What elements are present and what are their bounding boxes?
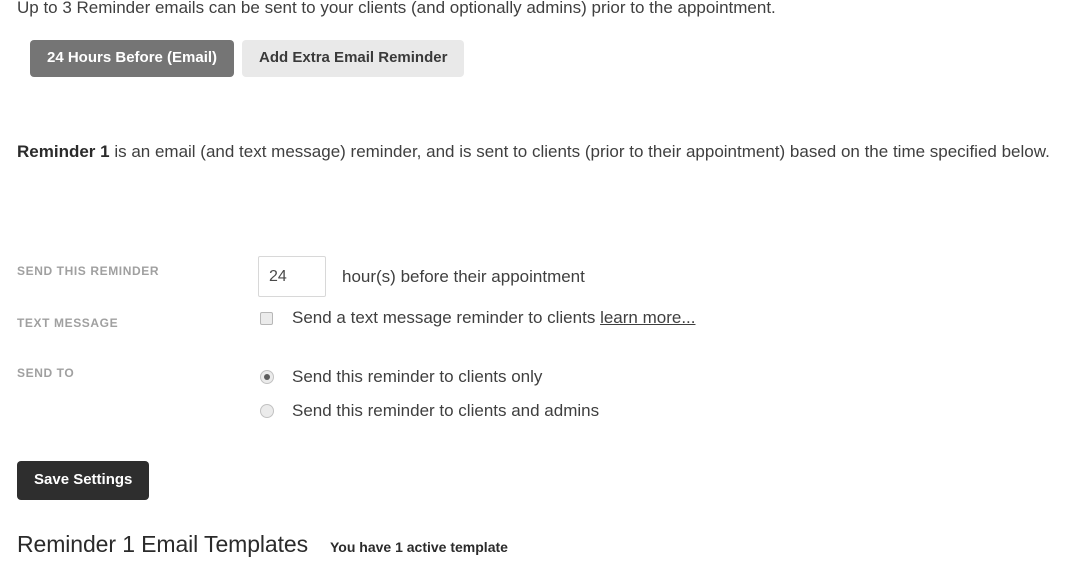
reminder-description-bold: Reminder 1 [17,142,110,161]
reminder-tabs: 24 Hours Before (Email) Add Extra Email … [30,40,465,77]
form-row-send-to: SEND TO Send this reminder to clients on… [17,360,1067,428]
radio-option-clients-only[interactable]: Send this reminder to clients only [258,360,599,394]
field-send-to: Send this reminder to clients only Send … [258,360,1067,428]
field-send-this-reminder: hour(s) before their appointment [258,256,1067,297]
send-to-radio-group: Send this reminder to clients only Send … [258,360,599,428]
learn-more-link[interactable]: learn more... [600,308,695,327]
text-message-option-text: Send a text message reminder to clients [292,308,596,327]
email-templates-title: Reminder 1 Email Templates [17,531,308,557]
label-send-to: SEND TO [17,366,75,380]
hours-before-input[interactable] [258,256,326,297]
radio-option-clients-and-admins[interactable]: Send this reminder to clients and admins [258,394,599,428]
reminder-description-rest: is an email (and text message) reminder,… [109,142,1050,161]
form-row-text-message: TEXT MESSAGE Send a text message reminde… [17,308,1067,360]
save-settings-button[interactable]: Save Settings [17,461,150,500]
intro-description: Up to 3 Reminder emails can be sent to y… [17,0,776,17]
text-message-option-label: Send a text message reminder to clients … [292,308,696,328]
tab-24-hours-before-email[interactable]: 24 Hours Before (Email) [30,40,235,77]
text-message-checkbox[interactable] [260,311,273,325]
radio-clients-and-admins[interactable] [260,404,274,418]
label-text-message: TEXT MESSAGE [17,316,119,330]
email-templates-heading: Reminder 1 Email Templates You have 1 ac… [17,531,508,558]
radio-clients-only-label: Send this reminder to clients only [292,367,543,386]
reminder-form: SEND THIS REMINDER hour(s) before their … [17,256,1067,428]
label-send-this-reminder: SEND THIS REMINDER [17,264,160,278]
reminder-description: Reminder 1 is an email (and text message… [17,136,1077,168]
reminder-settings-page: Up to 3 Reminder emails can be sent to y… [0,0,1081,565]
add-extra-email-reminder-button[interactable]: Add Extra Email Reminder [242,40,465,77]
form-row-send-this-reminder: SEND THIS REMINDER hour(s) before their … [17,256,1067,308]
active-template-count: You have 1 active template [330,539,508,555]
field-text-message: Send a text message reminder to clients … [258,308,1067,328]
hours-suffix-label: hour(s) before their appointment [342,266,585,286]
radio-clients-and-admins-label: Send this reminder to clients and admins [292,401,600,420]
radio-clients-only[interactable] [260,370,274,384]
